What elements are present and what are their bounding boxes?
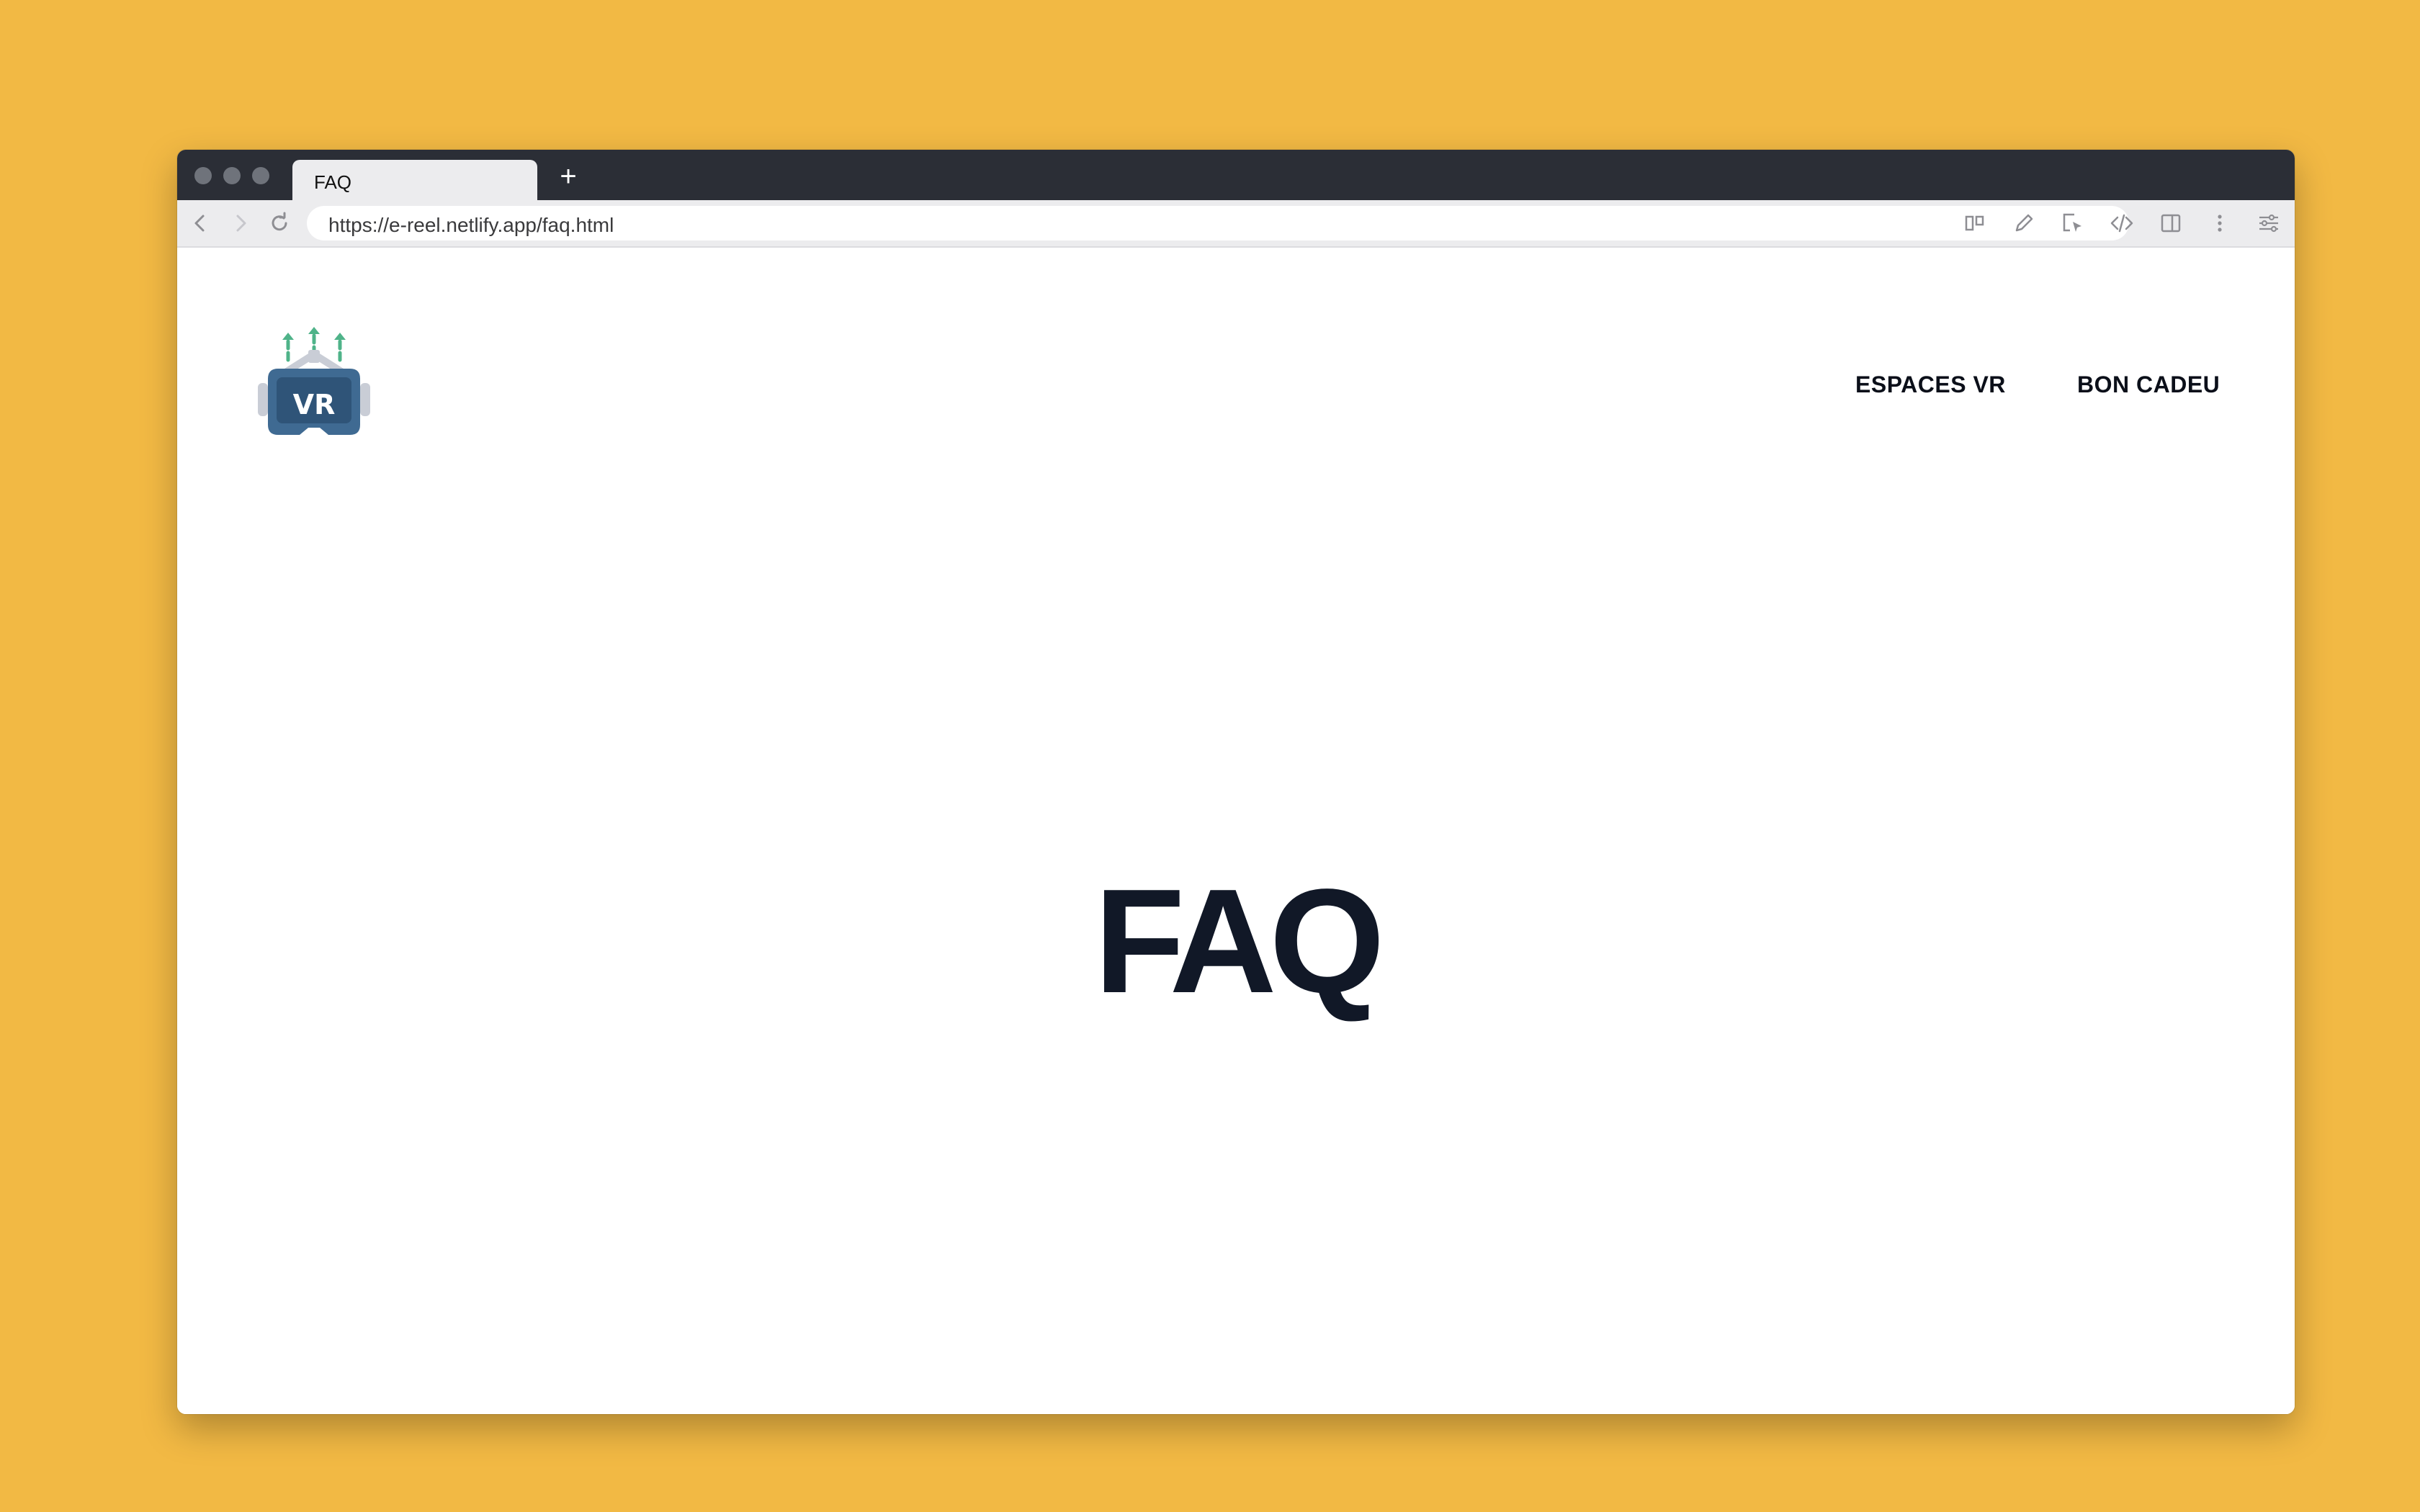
nav-bon-cadeau[interactable]: BON CADEU: [2077, 372, 2220, 398]
sidebar-icon[interactable]: [2158, 210, 2184, 236]
browser-titlebar: FAQ +: [177, 150, 2295, 200]
sliders-icon[interactable]: [2256, 210, 2282, 236]
address-bar[interactable]: https://e-reel.netlify.app/faq.html: [307, 206, 2129, 240]
new-tab-button[interactable]: +: [550, 158, 586, 194]
pencil-icon[interactable]: [2011, 210, 2037, 236]
columns-icon[interactable]: [1962, 210, 1988, 236]
more-vertical-icon[interactable]: [2207, 210, 2233, 236]
vr-headset-logo[interactable]: VR: [256, 324, 372, 439]
logo-vr-text: VR: [293, 389, 336, 420]
back-icon[interactable]: [187, 210, 213, 236]
reload-icon[interactable]: [266, 210, 292, 236]
tab-faq[interactable]: FAQ: [292, 160, 537, 200]
close-window-button[interactable]: [194, 167, 212, 184]
url-text: https://e-reel.netlify.app/faq.html: [328, 214, 614, 236]
zoom-window-button[interactable]: [252, 167, 269, 184]
code-icon[interactable]: [2109, 210, 2135, 236]
minimize-window-button[interactable]: [223, 167, 241, 184]
page-title: FAQ: [1094, 858, 1384, 1024]
browser-toolbar: https://e-reel.netlify.app/faq.html: [177, 200, 2295, 248]
page-content: VR ESPACES VR BON CADEU FAQ: [177, 248, 2295, 1414]
forward-icon[interactable]: [228, 210, 254, 236]
browser-window: FAQ + https://e-reel.netlify.app/faq.htm…: [177, 150, 2295, 1414]
nav-espaces-vr[interactable]: ESPACES VR: [1855, 372, 2006, 398]
tab-title: FAQ: [314, 171, 352, 193]
cursor-select-icon[interactable]: [2060, 210, 2086, 236]
